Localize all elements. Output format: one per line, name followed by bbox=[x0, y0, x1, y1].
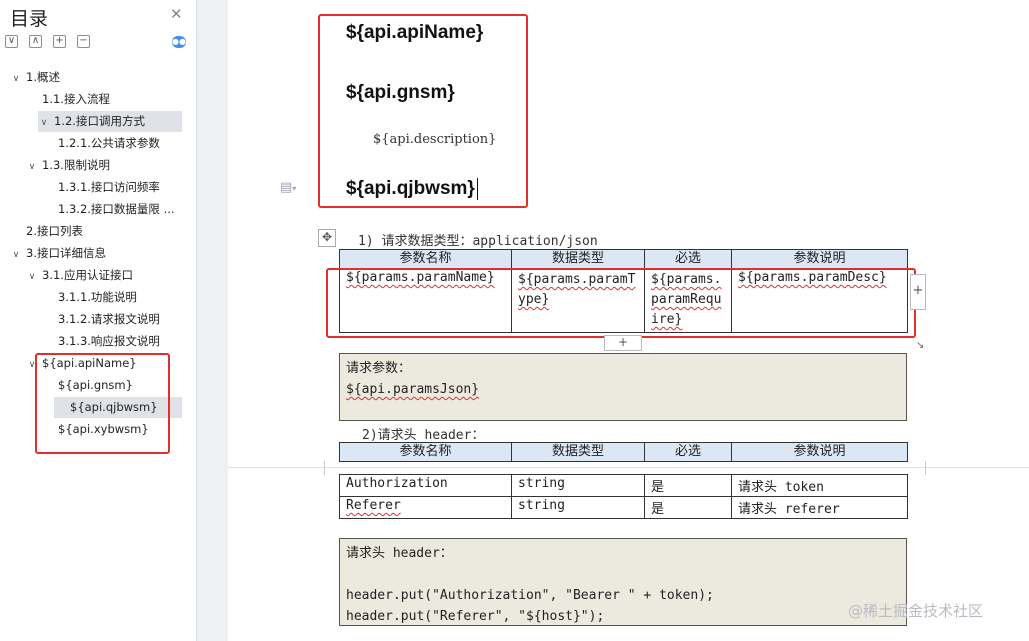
remove-icon[interactable]: − bbox=[77, 35, 90, 48]
param-col-required: 必选 bbox=[644, 249, 732, 269]
toc-item[interactable]: 3.1.2.请求报文说明 bbox=[0, 309, 190, 330]
watermark: @稀土掘金技术社区 bbox=[848, 602, 984, 620]
header-code-box[interactable]: 请求头 header： header.put("Authorization", … bbox=[339, 538, 907, 626]
code-line-3: header.put("Referer", "${host}"); bbox=[346, 609, 605, 624]
toc-item-label: 3.1.3.响应报文说明 bbox=[58, 334, 160, 348]
toc-item-label: 2.接口列表 bbox=[26, 224, 83, 238]
toc-item[interactable]: ∨ 1.2.接口调用方式 bbox=[38, 111, 182, 132]
chevron-down-icon[interactable]: ∨ bbox=[26, 157, 38, 176]
toc-item[interactable]: ∨ 3.1.应用认证接口 bbox=[0, 265, 190, 286]
table-row: Authorization string 是 请求头 token bbox=[339, 474, 908, 497]
toc-item[interactable]: 3.1.1.功能说明 bbox=[0, 287, 190, 308]
toc-item-label: 1.1.接入流程 bbox=[42, 92, 110, 106]
toc-title: 目录 bbox=[10, 8, 49, 30]
resize-handle-icon[interactable]: ↘ bbox=[916, 340, 924, 351]
header-line: 2)请求头 header： bbox=[362, 428, 485, 443]
chevron-down-icon[interactable]: ∨ bbox=[10, 69, 22, 88]
toc-item-label: 3.1.1.功能说明 bbox=[58, 290, 137, 304]
toc-item[interactable]: 2.接口列表 bbox=[0, 221, 190, 242]
code-line-2: header.put("Authorization", "Bearer " + … bbox=[346, 588, 714, 603]
header-table-head: 参数名称 数据类型 必选 参数说明 bbox=[339, 442, 908, 462]
header-cell[interactable]: Referer bbox=[339, 496, 512, 519]
request-params-label: 请求参数： bbox=[346, 361, 412, 376]
header-cell[interactable]: Authorization bbox=[339, 474, 512, 497]
page-break-marks bbox=[324, 461, 926, 475]
toc-item[interactable]: 3.1.3.响应报文说明 bbox=[0, 331, 190, 352]
highlight-box bbox=[326, 268, 916, 338]
header-cell[interactable]: string bbox=[511, 474, 645, 497]
header-col-desc: 参数说明 bbox=[731, 442, 908, 462]
toc-item-label: 1.3.2.接口数据量限 ... bbox=[58, 202, 175, 216]
chevron-down-icon[interactable]: ∨ bbox=[26, 267, 38, 286]
header-cell[interactable]: 请求头 referer bbox=[731, 496, 908, 519]
add-column-icon[interactable]: + bbox=[910, 274, 926, 310]
toc-item[interactable]: ∨ 3.接口详细信息 bbox=[0, 243, 190, 264]
toc-item[interactable]: ∨ 1.3.限制说明 bbox=[0, 155, 190, 176]
cloud-icon[interactable]: ●● bbox=[172, 36, 186, 48]
param-col-name: 参数名称 bbox=[339, 249, 512, 269]
toc-item[interactable]: 1.3.1.接口访问频率 bbox=[0, 177, 190, 198]
document-page: ${api.apiName} ${api.gnsm} ${api.descrip… bbox=[228, 0, 1029, 641]
header-table-header-row: 参数名称 数据类型 必选 参数说明 bbox=[339, 442, 908, 462]
expand-up-icon[interactable]: ∧ bbox=[29, 35, 42, 48]
request-params-box[interactable]: 请求参数： ${api.paramsJson} bbox=[339, 353, 907, 421]
request-params-value: ${api.paramsJson} bbox=[346, 382, 480, 397]
toc-item-label: 1.3.1.接口访问频率 bbox=[58, 180, 160, 194]
toc-sidebar: 目录 ✕ ∨ ∧ + − ●● ∨ 1.概述 1.1.接入流程 ∨ 1.2.接口调用方式… bbox=[0, 0, 197, 641]
table-move-handle-icon[interactable]: ✥ bbox=[318, 229, 336, 247]
toc-item-label: 1.3.限制说明 bbox=[42, 158, 110, 172]
chevron-down-icon[interactable]: ∨ bbox=[38, 113, 50, 132]
header-cell[interactable]: 是 bbox=[644, 496, 732, 519]
toc-item-label: 1.概述 bbox=[26, 70, 60, 84]
code-line-1: 请求头 header： bbox=[346, 546, 453, 561]
param-col-desc: 参数说明 bbox=[731, 249, 908, 269]
toc-item-label: 1.2.1.公共请求参数 bbox=[58, 136, 160, 150]
toc-item-label: 3.接口详细信息 bbox=[26, 246, 106, 260]
toc-item[interactable]: 1.3.2.接口数据量限 ... bbox=[0, 199, 190, 220]
request-type-line: 1) 请求数据类型：application/json bbox=[358, 234, 598, 249]
collapse-all-icon[interactable]: ∨ bbox=[5, 35, 18, 48]
header-cell[interactable]: string bbox=[511, 496, 645, 519]
document-outline-icon[interactable]: ▤▾ bbox=[280, 180, 296, 195]
header-col-type: 数据类型 bbox=[511, 442, 645, 462]
table-row: Referer string 是 请求头 referer bbox=[339, 496, 908, 519]
header-table: Authorization string 是 请求头 token Referer… bbox=[339, 474, 908, 519]
header-col-required: 必选 bbox=[644, 442, 732, 462]
toc-item[interactable]: 1.2.1.公共请求参数 bbox=[0, 133, 190, 154]
header-col-name: 参数名称 bbox=[339, 442, 512, 462]
param-table-header-row: 参数名称 数据类型 必选 参数说明 bbox=[339, 249, 908, 269]
add-row-icon[interactable]: + bbox=[604, 335, 642, 351]
header-cell[interactable]: 请求头 token bbox=[731, 474, 908, 497]
add-icon[interactable]: + bbox=[53, 35, 66, 48]
toc-item[interactable]: ∨ 1.概述 bbox=[0, 67, 190, 88]
toc-item-label: 1.2.接口调用方式 bbox=[54, 114, 145, 128]
header-cell[interactable]: 是 bbox=[644, 474, 732, 497]
toc-item-label: 3.1.2.请求报文说明 bbox=[58, 312, 160, 326]
chevron-down-icon[interactable]: ∨ bbox=[10, 245, 22, 264]
highlight-box bbox=[318, 14, 528, 208]
toc-item-label: 3.1.应用认证接口 bbox=[42, 268, 133, 282]
toc-item[interactable]: 1.1.接入流程 bbox=[0, 89, 190, 110]
highlight-box bbox=[35, 353, 170, 454]
param-col-type: 数据类型 bbox=[511, 249, 645, 269]
close-icon[interactable]: ✕ bbox=[170, 5, 183, 23]
